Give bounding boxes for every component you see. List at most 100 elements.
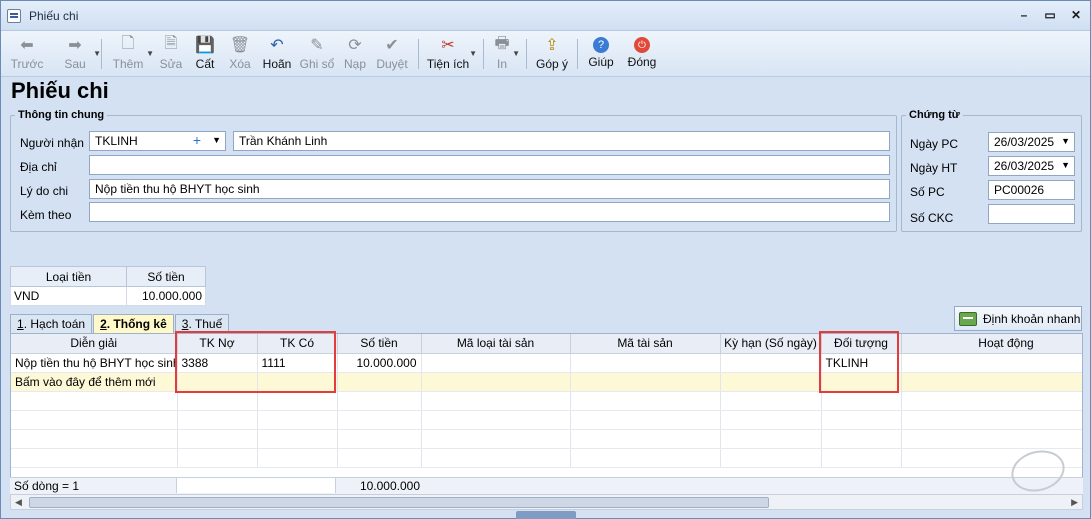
row-count: Số dòng = 1 — [14, 479, 80, 493]
chevron-down-icon[interactable]: ▼ — [212, 135, 221, 145]
col-header-asset-type[interactable]: Mã loại tài sản — [421, 334, 571, 354]
currency-cell[interactable]: VND — [9, 286, 128, 306]
footer-total: 10.000.000 — [359, 479, 420, 493]
recipient-name-field[interactable]: Trần Khánh Linh — [233, 131, 890, 151]
tab-accounting[interactable]: 1. Hạch toán — [10, 314, 93, 334]
pencil-icon: ✎ — [310, 37, 324, 54]
chevron-down-icon[interactable]: ▼ — [1061, 136, 1070, 146]
ht-date-label: Ngày HT — [910, 161, 958, 175]
edit-button[interactable]: 🗎 Sửa — [154, 31, 188, 75]
pc-number-field[interactable]: PC00026 — [988, 180, 1075, 200]
pc-date-label: Ngày PC — [910, 137, 959, 151]
delete-document-icon: 🗑 — [229, 37, 251, 54]
quick-entry-button[interactable]: Định khoản nhanh — [954, 306, 1082, 331]
scroll-right-icon[interactable]: ▶ — [1071, 497, 1078, 508]
voucher-legend: Chứng từ — [909, 109, 960, 121]
highlight-accounts — [175, 331, 336, 393]
amount-cell[interactable]: 10.000.000 — [126, 286, 206, 306]
arrow-right-icon: ➡ — [68, 37, 82, 54]
approve-button[interactable]: ✔ Duyệt — [372, 31, 412, 75]
amount-cell[interactable]: 10.000.000 — [337, 353, 422, 373]
help-button[interactable]: ? Giúp — [584, 31, 618, 75]
ckc-number-field[interactable] — [988, 204, 1075, 224]
arrow-left-icon: ⬅ — [20, 37, 34, 54]
quick-entry-icon — [959, 311, 977, 326]
refresh-icon: ⟳ — [348, 37, 362, 54]
tools-icon: ✂ — [441, 37, 455, 54]
reason-field[interactable]: Nộp tiền thu hộ BHYT học sinh — [89, 179, 890, 199]
maximize-icon[interactable]: ▭ — [1044, 8, 1056, 22]
power-icon: ⏻ — [634, 37, 650, 53]
close-icon[interactable]: ✕ — [1070, 8, 1082, 22]
post-button[interactable]: ✎ Ghi sổ — [296, 31, 338, 75]
scrollbar-thumb[interactable] — [29, 497, 769, 508]
col-header-activity[interactable]: Hoạt động — [901, 334, 1082, 354]
activity-cell[interactable] — [901, 353, 1082, 373]
add-new-row[interactable]: Bấm vào đây để thêm mới — [11, 372, 1082, 392]
print-button[interactable]: 🖶 In ▼ — [490, 31, 520, 75]
description-cell[interactable]: Nộp tiền thu hộ BHYT học sinh — [11, 353, 178, 373]
defer-button[interactable]: ↶ Hoãn — [258, 31, 296, 75]
close-button[interactable]: ⏻ Đóng — [622, 31, 662, 75]
address-label: Địa chỉ — [20, 160, 57, 174]
toolbar-separator — [526, 39, 527, 69]
next-button[interactable]: ➡ Sau ▼ — [55, 31, 101, 75]
currency-table: Loại tiền Số tiền VND 10.000.000 — [9, 266, 206, 306]
checkmark-icon: ✔ — [385, 37, 399, 54]
tab-statistics[interactable]: 2. Thống kê — [93, 314, 174, 334]
undo-icon: ↶ — [270, 37, 284, 54]
asset-code-cell[interactable] — [570, 353, 721, 373]
footer-empty-cell — [176, 478, 336, 493]
reload-button[interactable]: ⟳ Nạp — [338, 31, 372, 75]
table-row[interactable]: VND 10.000.000 — [9, 286, 206, 306]
chevron-down-icon[interactable]: ▼ — [1061, 160, 1070, 170]
recipient-label: Người nhận — [20, 136, 84, 150]
asset-type-cell[interactable] — [421, 353, 571, 373]
toolbar-separator — [418, 39, 419, 69]
prev-button[interactable]: ⬅ Trước — [7, 31, 47, 75]
currency-type-header: Loại tiền — [9, 266, 128, 287]
general-info-legend: Thông tin chung — [18, 109, 105, 121]
address-field[interactable] — [89, 155, 890, 175]
ht-date-picker[interactable]: 26/03/2025 ▼ — [988, 156, 1075, 176]
delete-button[interactable]: 🗑 Xóa — [222, 31, 258, 75]
toolbar-separator — [101, 39, 102, 69]
printer-icon: 🖶 — [494, 34, 510, 52]
amount-header: Số tiền — [126, 266, 206, 287]
splitter-grip[interactable] — [516, 511, 576, 519]
new-document-icon: 🗋 — [121, 34, 135, 52]
pc-date-picker[interactable]: 26/03/2025 ▼ — [988, 132, 1075, 152]
toolbar-separator — [483, 39, 484, 69]
utilities-button[interactable]: ✂ Tiện ích ▼ — [425, 31, 477, 75]
window: Phiếu chi – ▭ ✕ ⬅ Trước ➡ Sau ▼ 🗋 Thêm ▼ 🗎 Sửa… — [0, 0, 1091, 519]
col-header-amount[interactable]: Số tiền — [337, 334, 422, 354]
table-row[interactable]: Nộp tiền thu hộ BHYT học sinh 3388 1111 … — [11, 353, 1082, 373]
col-header-term[interactable]: Kỳ hạn (Số ngày) — [720, 334, 822, 354]
toolbar: ⬅ Trước ➡ Sau ▼ 🗋 Thêm ▼ 🗎 Sửa 💾 Cất 🗑 Xóa ↶ Hoãn… — [1, 31, 1090, 77]
entries-grid: Diễn giải TK Nợ TK Có Số tiền Mã loại tà… — [10, 333, 1083, 495]
save-button[interactable]: 💾 Cất — [188, 31, 222, 75]
term-cell[interactable] — [720, 353, 822, 373]
grid-footer: Số dòng = 1 10.000.000 — [10, 477, 1083, 494]
save-icon: 💾 — [195, 37, 215, 54]
ckc-number-label: Số CKC — [910, 211, 954, 225]
col-header-description[interactable]: Diễn giải — [11, 334, 178, 354]
scroll-left-icon[interactable]: ◀ — [15, 497, 22, 508]
grid-header-row: Diễn giải TK Nợ TK Có Số tiền Mã loại tà… — [11, 334, 1082, 354]
edit-document-icon: 🗎 — [164, 34, 178, 52]
add-button[interactable]: 🗋 Thêm ▼ — [108, 31, 154, 75]
toolbar-separator — [577, 39, 578, 69]
help-icon: ? — [593, 37, 609, 53]
minimize-icon[interactable]: – — [1018, 8, 1030, 22]
add-new-hint[interactable]: Bấm vào đây để thêm mới — [11, 372, 178, 392]
attachment-field[interactable] — [89, 202, 890, 222]
pc-number-label: Số PC — [910, 185, 945, 199]
add-icon[interactable]: + — [193, 132, 201, 148]
recipient-code-combo[interactable]: TKLINH + ▼ — [89, 131, 226, 151]
reason-label: Lý do chi — [20, 184, 69, 198]
window-controls: – ▭ ✕ — [1018, 8, 1082, 22]
feedback-button[interactable]: ⇪ Góp ý — [533, 31, 571, 75]
col-header-asset-code[interactable]: Mã tài sản — [570, 334, 721, 354]
horizontal-scrollbar[interactable]: ◀ ▶ — [10, 494, 1083, 510]
window-title: Phiếu chi — [29, 8, 79, 23]
